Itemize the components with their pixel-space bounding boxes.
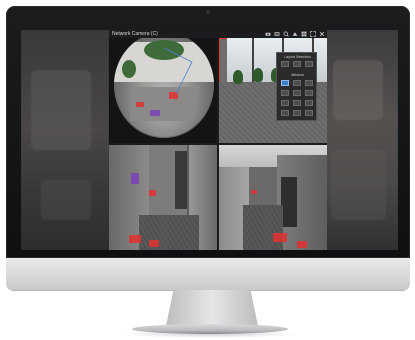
layout-option-2x2[interactable] [281,80,289,86]
layout-option-double[interactable] [305,100,313,106]
camera-tile-fisheye[interactable] [109,38,217,143]
corridor-floor [243,205,283,250]
layout-option-3x3[interactable] [293,80,301,86]
corridor-door [175,151,187,209]
motion-marker [149,190,156,196]
camera-viewer-window: Network Camera (C) Layout Selection Wind… [109,30,327,250]
layout-option-1plus7[interactable] [293,90,301,96]
monitor-screen: Network Camera (C) Layout Selection Wind… [21,30,398,250]
layout-option-quad[interactable] [293,100,301,106]
motion-marker [273,233,287,242]
popup-title: Layout Selection [284,55,311,59]
layout-option-1x1[interactable] [281,61,289,67]
window-title: Network Camera (C) [112,31,158,37]
blurred-desktop-left [21,30,109,250]
camera-grid: Layout Selection Window [109,38,327,250]
fullscreen-icon[interactable] [310,31,316,37]
layout-option-panorama[interactable] [281,100,289,106]
layout-option-4x4[interactable] [305,90,313,96]
layout-option-custom-3[interactable] [305,110,313,116]
plant [233,70,243,84]
webcam-icon [206,10,210,14]
plant [253,68,263,82]
layout-option-1plus3[interactable] [305,80,313,86]
poster [131,173,139,184]
viewer-toolbar [218,30,327,38]
monitor-bezel: Network Camera (C) Layout Selection Wind… [6,6,410,258]
record-icon[interactable] [274,31,280,37]
blurred-desktop-right [323,30,398,250]
motion-marker [129,235,141,243]
motion-marker [251,190,257,194]
move-icon[interactable] [292,31,298,37]
layout-option-custom-2[interactable] [293,110,301,116]
camera-tile-window[interactable]: Layout Selection Window [219,38,327,143]
layout-icon[interactable] [301,31,307,37]
close-icon[interactable] [319,31,325,37]
camera-tile-corridor-right[interactable] [219,145,327,250]
layout-selection-popup: Layout Selection Window [276,52,317,121]
fisheye-view [114,38,214,138]
motion-marker [149,240,159,247]
camera-tile-corridor-left[interactable] [109,145,217,250]
popup-subtitle: Window [291,73,304,77]
zoom-icon[interactable] [283,31,289,37]
monitor-chin [6,258,410,290]
monitor-shadow [120,330,300,338]
camera-icon[interactable] [265,31,271,37]
motion-marker [297,241,307,248]
layout-option-1x2[interactable] [293,61,301,67]
dewarp-overlay [163,47,193,95]
corridor-floor [139,215,199,250]
layout-option-2x1[interactable] [305,61,313,67]
layout-option-1plus5[interactable] [281,90,289,96]
layout-option-custom-1[interactable] [281,110,289,116]
corridor-door [281,177,297,227]
monitor-stand-neck [166,290,258,326]
